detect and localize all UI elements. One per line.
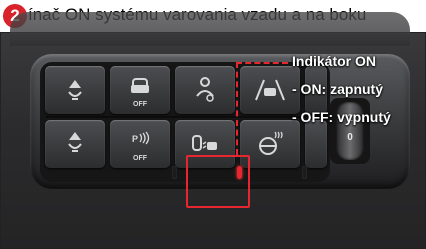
indicator-lamp	[172, 166, 177, 179]
car-off-label: OFF	[133, 101, 147, 108]
svg-text:P: P	[132, 134, 138, 144]
highlight-box	[186, 155, 250, 208]
driver-attention-button[interactable]	[175, 66, 235, 114]
rear-fog-light-icon	[68, 132, 82, 152]
callout-title: Indikátor ON	[292, 53, 377, 69]
car-off-button[interactable]: OFF	[110, 66, 170, 114]
headlight-leveling-icon	[68, 80, 82, 100]
callout-leader-line	[236, 62, 288, 64]
callout-off-line: - OFF: vypnutý	[292, 109, 391, 125]
callout-on-line: - ON: zapnutý	[292, 81, 383, 97]
screen: 2 ínač ON systému varovania vzadu a na b…	[0, 0, 426, 249]
side-button-bottom[interactable]	[305, 120, 327, 168]
knob-label-bottom: 0	[347, 132, 353, 143]
driver-attention-icon	[196, 77, 214, 102]
dashboard-trim	[10, 12, 410, 46]
lane-keeping-assist-icon	[255, 79, 285, 101]
indicator-lamp	[302, 166, 307, 179]
rear-fog-light-button[interactable]	[45, 120, 105, 168]
row-divider	[46, 116, 326, 118]
parking-sensor-button[interactable]: P OFF	[110, 120, 170, 168]
headlight-leveling-button[interactable]	[45, 66, 105, 114]
lane-keeping-assist-button[interactable]	[240, 66, 300, 114]
parking-sensor-label: OFF	[133, 155, 147, 162]
callout-leader-line	[236, 62, 238, 155]
